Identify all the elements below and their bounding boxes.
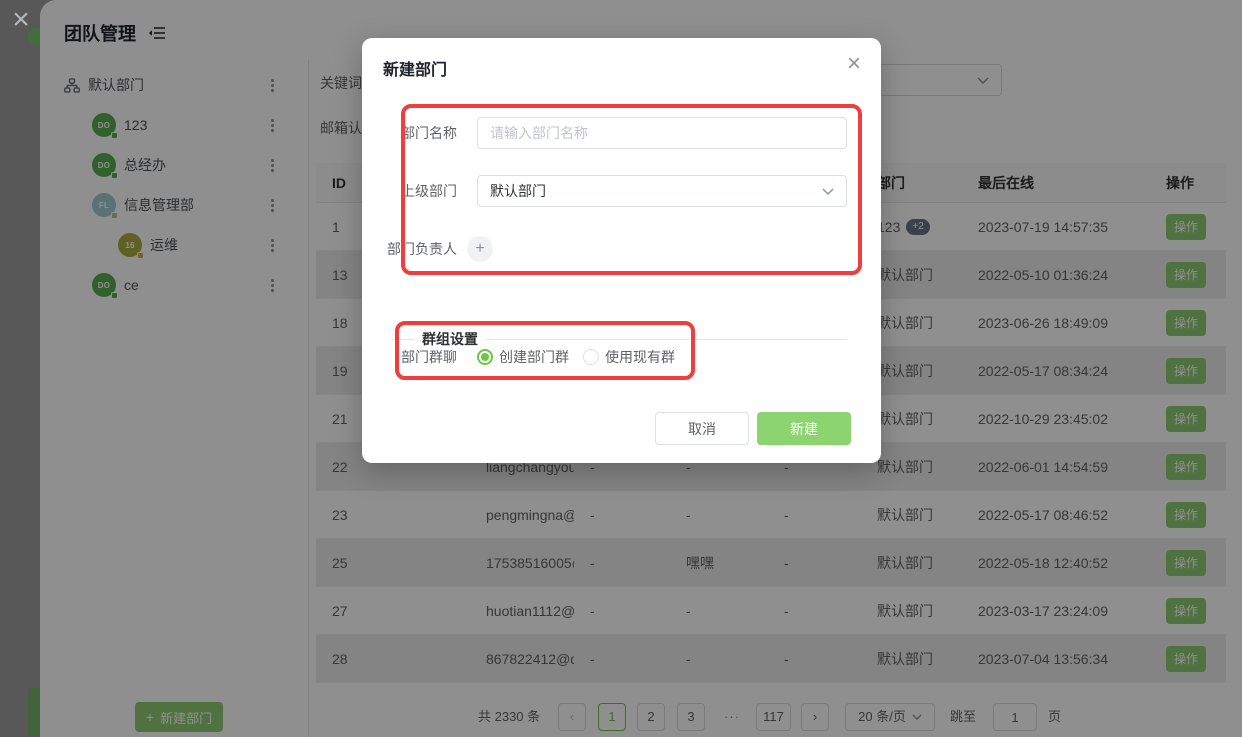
dialog-footer: 取消 新建 bbox=[655, 412, 851, 445]
radio-create-label: 创建部门群 bbox=[499, 347, 569, 367]
dialog-close-icon[interactable]: × bbox=[847, 52, 861, 76]
screen: 团队管理 默认部门 bbox=[0, 0, 1242, 737]
confirm-button[interactable]: 新建 bbox=[757, 412, 851, 445]
dialog-title: 新建部门 bbox=[383, 56, 447, 80]
parent-dept-label: 上级部门 bbox=[362, 181, 467, 201]
dept-chat-label: 部门群聊 bbox=[362, 347, 467, 367]
radio-create-group[interactable]: 创建部门群 bbox=[477, 347, 569, 367]
add-leader-button[interactable]: + bbox=[467, 236, 493, 262]
dept-chat-radio-group: 创建部门群 使用现有群 bbox=[477, 341, 675, 373]
radio-unselected-icon bbox=[583, 349, 599, 365]
parent-dept-select[interactable]: 默认部门 bbox=[477, 175, 847, 207]
dept-name-label: 部门名称 bbox=[362, 123, 467, 143]
radio-use-existing-group[interactable]: 使用现有群 bbox=[583, 347, 675, 367]
cancel-button[interactable]: 取消 bbox=[655, 412, 749, 445]
dept-name-input[interactable] bbox=[477, 117, 847, 149]
radio-existing-label: 使用现有群 bbox=[605, 347, 675, 367]
window-close-icon[interactable]: × bbox=[6, 2, 36, 38]
divider-line bbox=[392, 339, 414, 340]
parent-dept-value: 默认部门 bbox=[490, 181, 822, 201]
divider-line bbox=[486, 339, 847, 340]
chevron-down-icon bbox=[822, 188, 834, 195]
radio-selected-icon bbox=[477, 349, 493, 365]
new-department-dialog: 新建部门 × 部门名称 上级部门 默认部门 部门负责人 + 群组设置 部门群聊 bbox=[362, 38, 881, 463]
dept-leader-label: 部门负责人 bbox=[362, 239, 467, 259]
